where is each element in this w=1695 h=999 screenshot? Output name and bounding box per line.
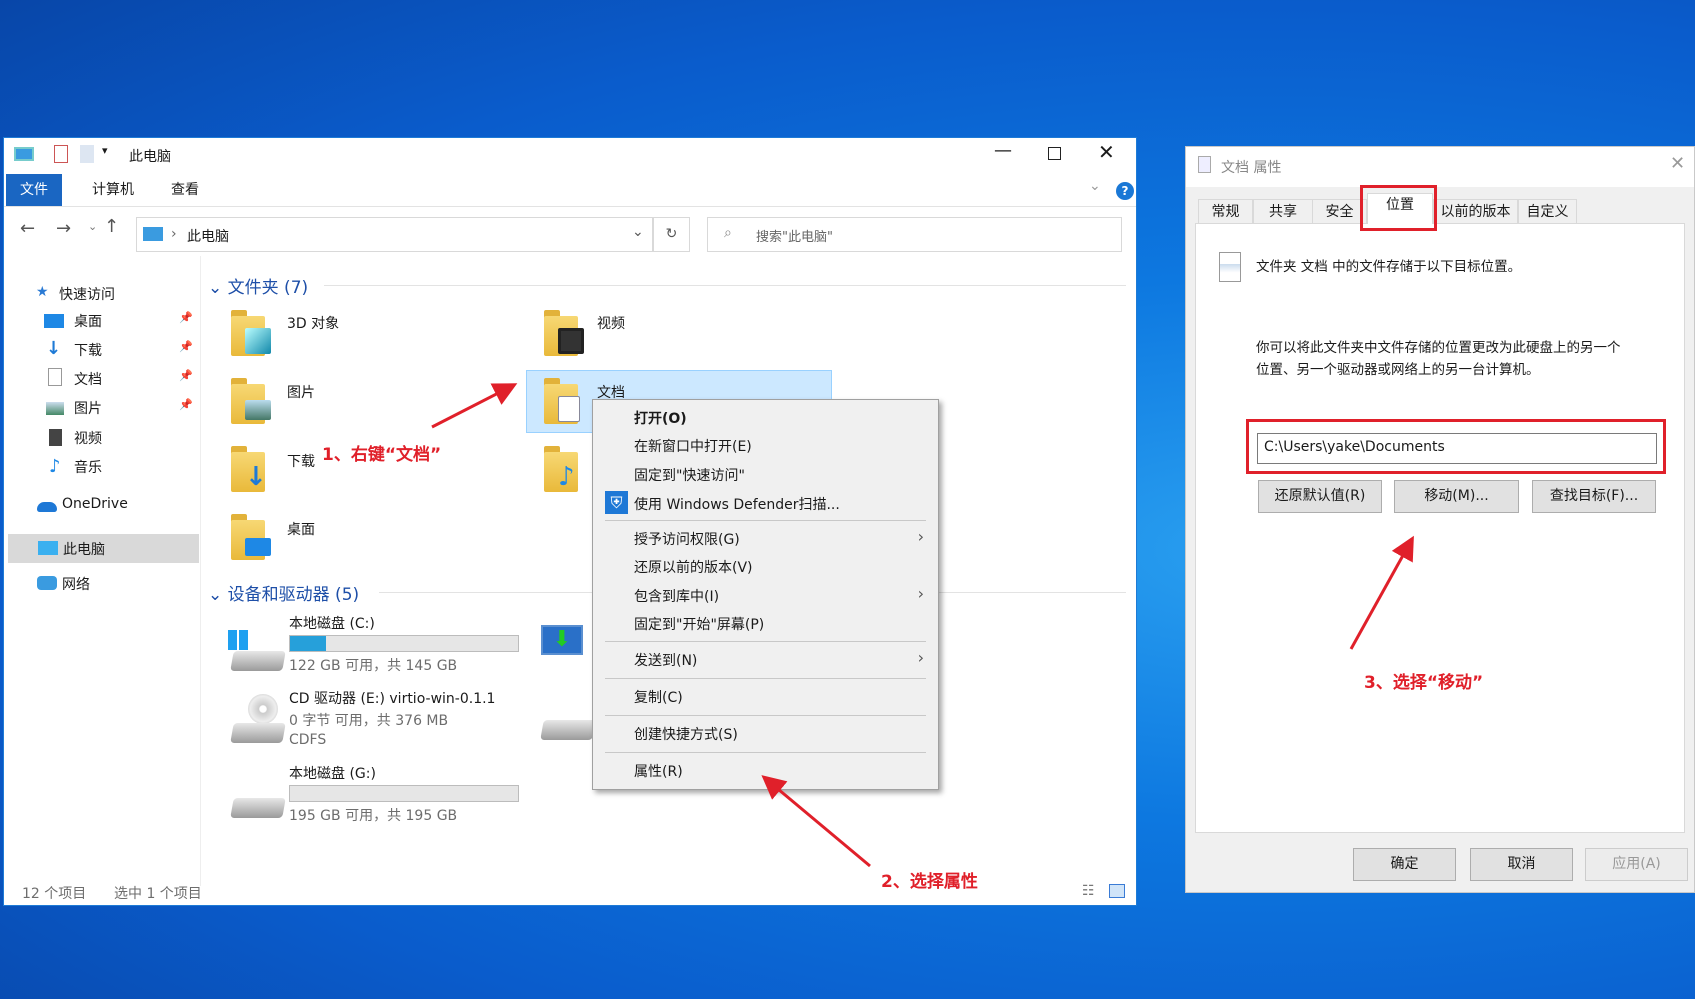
arrow-to-move <box>1351 541 1411 649</box>
annotation-step-2: 2、选择属性 <box>881 867 978 892</box>
annotation-arrows <box>0 0 1695 999</box>
arrow-to-properties <box>766 779 870 866</box>
annotation-step-1: 1、右键“文档” <box>322 440 441 465</box>
arrow-to-documents <box>432 386 512 427</box>
annotation-step-3: 3、选择“移动” <box>1364 668 1483 693</box>
